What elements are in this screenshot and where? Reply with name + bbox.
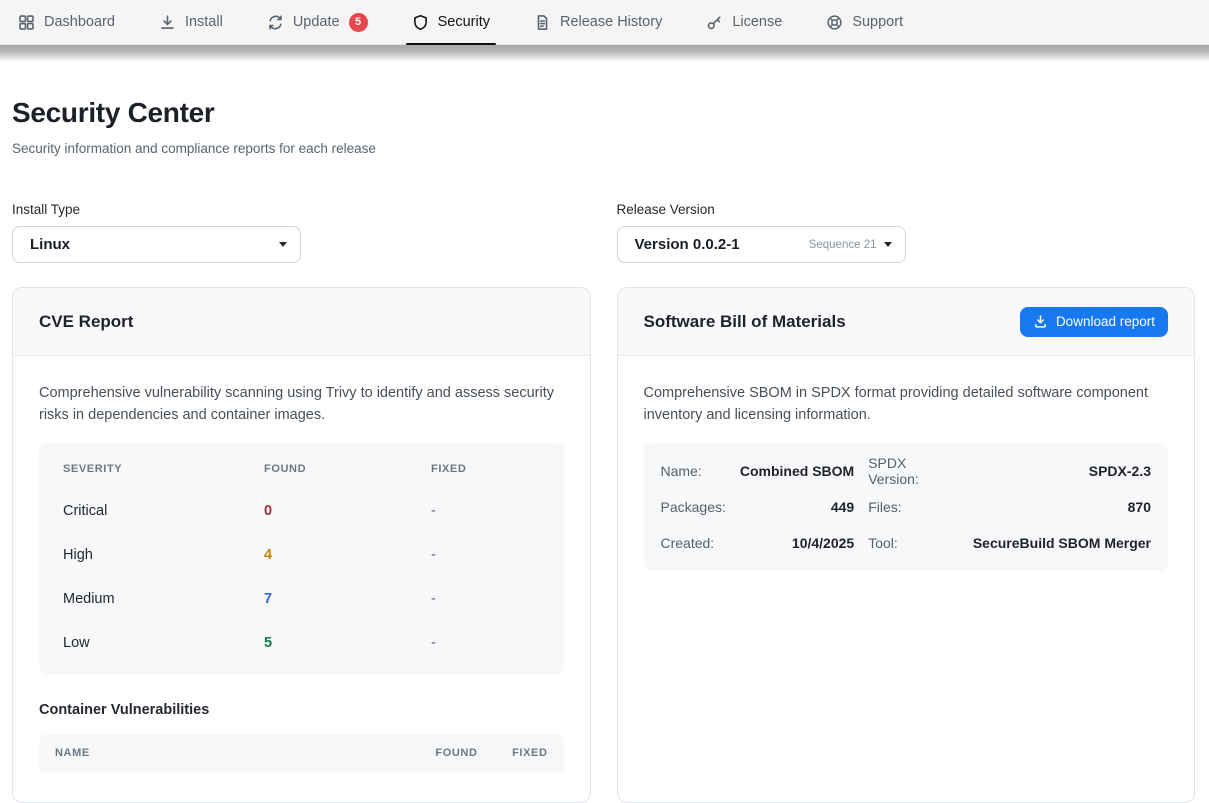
install-type-select[interactable]: Linux — [12, 226, 301, 263]
sbom-card-body: Comprehensive SBOM in SPDX format provid… — [618, 356, 1195, 601]
severity-table: SEVERITY FOUND FIXED Critical 0 - High 4… — [39, 443, 564, 675]
found-count: 0 — [264, 503, 431, 519]
col-found: FOUND — [264, 463, 431, 475]
tab-label: Release History — [560, 14, 662, 30]
sbom-card: Software Bill of Materials Download repo… — [617, 287, 1196, 803]
tab-label: License — [732, 14, 782, 30]
update-count-badge: 5 — [349, 13, 368, 32]
severity-label: Critical — [63, 503, 264, 519]
dashboard-grid-icon — [18, 14, 35, 31]
detail-value: SPDX-2.3 — [973, 453, 1151, 489]
severity-label: High — [63, 547, 264, 563]
release-version-select[interactable]: Version 0.0.2-1 Sequence 21 — [617, 226, 906, 263]
report-cards: CVE Report Comprehensive vulnerability s… — [12, 287, 1195, 803]
cve-card-header: CVE Report — [13, 288, 590, 356]
tab-label: Install — [185, 14, 223, 30]
fixed-count: - — [431, 591, 540, 607]
cve-card-body: Comprehensive vulnerability scanning usi… — [13, 356, 590, 802]
detail-value: SecureBuild SBOM Merger — [973, 525, 1151, 561]
tab-label: Update — [293, 14, 340, 30]
document-icon — [534, 14, 551, 31]
detail-value: 870 — [973, 489, 1151, 525]
release-version-label: Release Version — [617, 202, 1196, 217]
top-nav: Dashboard Install Update 5 Security Rele… — [0, 0, 1209, 45]
fixed-count: - — [431, 503, 540, 519]
cve-description: Comprehensive vulnerability scanning usi… — [39, 383, 564, 426]
detail-label: SPDX Version: — [868, 453, 959, 489]
download-report-button[interactable]: Download report — [1020, 307, 1168, 337]
key-icon — [706, 14, 723, 31]
tab-label: Dashboard — [44, 14, 115, 30]
security-center-page: Security Center Security information and… — [0, 62, 1209, 803]
col-severity: SEVERITY — [63, 463, 264, 475]
tab-security[interactable]: Security — [412, 0, 490, 44]
found-count: 7 — [264, 591, 431, 607]
sbom-details-table: Name: Combined SBOM SPDX Version: SPDX-2… — [644, 443, 1169, 571]
tab-label: Security — [438, 14, 490, 30]
detail-value: 449 — [740, 489, 854, 525]
container-vulnerabilities-title: Container Vulnerabilities — [39, 702, 564, 718]
fixed-count: - — [431, 635, 540, 651]
col-name: NAME — [55, 747, 390, 759]
detail-label: Name: — [661, 453, 726, 489]
col-fixed: FIXED — [478, 747, 548, 759]
download-icon — [1033, 314, 1048, 329]
tab-support[interactable]: Support — [826, 0, 903, 44]
table-row-high: High 4 - — [63, 533, 540, 577]
refresh-icon — [267, 14, 284, 31]
tab-label: Support — [852, 14, 903, 30]
severity-label: Medium — [63, 591, 264, 607]
col-found: FOUND — [390, 747, 478, 759]
sbom-card-header: Software Bill of Materials Download repo… — [618, 288, 1195, 356]
detail-label: Created: — [661, 525, 726, 561]
tab-release-history[interactable]: Release History — [534, 0, 662, 44]
severity-table-header: SEVERITY FOUND FIXED — [63, 449, 540, 489]
severity-label: Low — [63, 635, 264, 651]
filters-row: Install Type Linux Release Version Versi… — [12, 202, 1195, 263]
chevron-down-icon — [279, 242, 287, 247]
detail-value: 10/4/2025 — [740, 525, 854, 561]
sequence-badge: Sequence 21 — [809, 239, 877, 251]
cve-card-title: CVE Report — [39, 312, 133, 332]
chevron-down-icon — [884, 242, 892, 247]
tab-install[interactable]: Install — [159, 0, 223, 44]
tab-license[interactable]: License — [706, 0, 782, 44]
found-count: 5 — [264, 635, 431, 651]
release-version-value: Version 0.0.2-1 — [635, 236, 809, 253]
scroll-shadow — [0, 45, 1209, 62]
release-version-filter: Release Version Version 0.0.2-1 Sequence… — [617, 202, 1196, 263]
tab-dashboard[interactable]: Dashboard — [18, 0, 115, 44]
detail-label: Packages: — [661, 489, 726, 525]
download-report-label: Download report — [1056, 314, 1155, 329]
lifebuoy-icon — [826, 14, 843, 31]
table-row-low: Low 5 - — [63, 621, 540, 665]
cve-report-card: CVE Report Comprehensive vulnerability s… — [12, 287, 591, 803]
detail-label: Files: — [868, 489, 959, 525]
sbom-description: Comprehensive SBOM in SPDX format provid… — [644, 383, 1169, 426]
table-row-medium: Medium 7 - — [63, 577, 540, 621]
install-type-value: Linux — [30, 236, 279, 253]
download-icon — [159, 14, 176, 31]
install-type-filter: Install Type Linux — [12, 202, 591, 263]
page-subtitle: Security information and compliance repo… — [12, 141, 1195, 156]
col-fixed: FIXED — [431, 463, 540, 475]
install-type-label: Install Type — [12, 202, 591, 217]
detail-label: Tool: — [868, 525, 959, 561]
shield-icon — [412, 14, 429, 31]
tab-update[interactable]: Update 5 — [267, 0, 368, 44]
container-table-header: NAME FOUND FIXED — [39, 734, 564, 772]
found-count: 4 — [264, 547, 431, 563]
fixed-count: - — [431, 547, 540, 563]
table-row-critical: Critical 0 - — [63, 489, 540, 533]
page-title: Security Center — [12, 97, 1195, 129]
detail-value: Combined SBOM — [740, 453, 854, 489]
sbom-card-title: Software Bill of Materials — [644, 312, 846, 332]
